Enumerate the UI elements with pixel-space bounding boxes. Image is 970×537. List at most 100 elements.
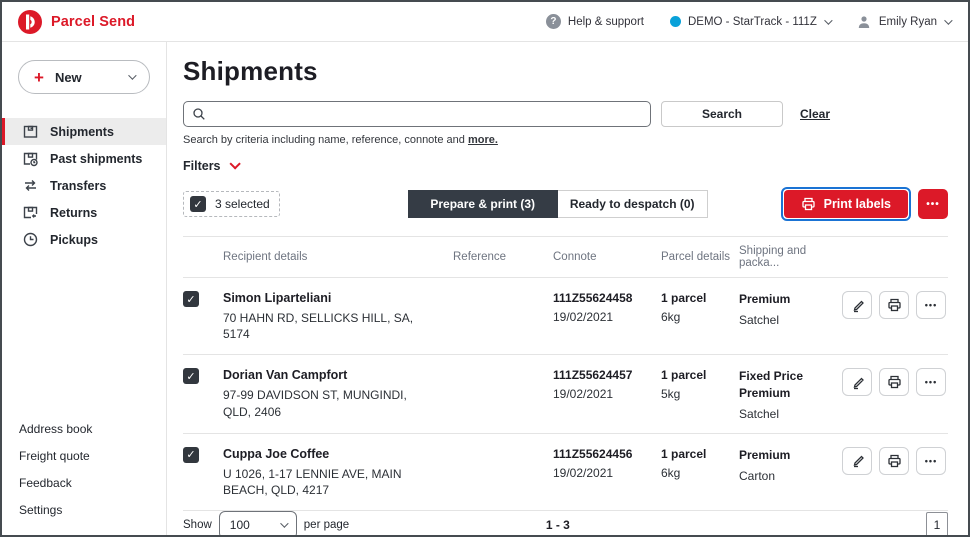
sidebar-item-past-shipments[interactable]: Past shipments: [2, 145, 166, 172]
new-button[interactable]: + New: [18, 60, 150, 94]
sidebar-item-pickups[interactable]: Pickups: [2, 226, 166, 253]
status-tabs: Prepare & print (3) Ready to despatch (0…: [407, 190, 708, 218]
tab-ready-to-despatch[interactable]: Ready to despatch (0): [557, 190, 708, 218]
edit-button[interactable]: [842, 446, 872, 475]
app-window: Parcel Send ? Help & support DEMO - Star…: [0, 0, 970, 537]
sidebar-footer: Address book Freight quote Feedback Sett…: [2, 415, 166, 535]
sidebar-item-transfers[interactable]: Transfers: [2, 172, 166, 199]
pencil-icon: [853, 377, 864, 390]
page-size-select[interactable]: 100: [218, 511, 297, 535]
parcel-count: 1 parcel: [661, 291, 707, 305]
user-label: Emily Ryan: [878, 15, 937, 28]
row-actions: •••: [832, 368, 948, 397]
print-button[interactable]: [879, 446, 909, 475]
connote-number: 111Z55624456: [553, 446, 633, 461]
parcel-weight: 5kg: [661, 387, 681, 402]
user-icon: [858, 15, 870, 28]
printer-icon: [801, 197, 815, 211]
search-icon: [193, 108, 205, 120]
shipping-cell: Fixed Price Premium Satchel: [739, 368, 832, 421]
chevron-down-icon: [944, 15, 953, 25]
account-label: DEMO - StarTrack - 111Z: [687, 15, 817, 28]
account-status-dot-icon: [669, 16, 681, 27]
recipient-name: Dorian Van Campfort: [223, 368, 348, 383]
top-bar-right: ? Help & support DEMO - StarTrack - 111Z…: [545, 14, 953, 30]
search-hint-text: Search by criteria including name, refer…: [183, 134, 468, 146]
search-hint-more-link[interactable]: more.: [468, 134, 498, 146]
table-row: ✓ Dorian Van Campfort 97-99 DAVIDSON ST,…: [183, 355, 948, 434]
connote-date: 19/02/2021: [553, 465, 614, 480]
recipient-address: 70 HAHN RD, SELLICKS HILL, SA, 5174: [223, 311, 414, 342]
select-all-checkbox[interactable]: ✓: [190, 196, 206, 212]
account-switcher[interactable]: DEMO - StarTrack - 111Z: [669, 15, 833, 28]
page-number-button[interactable]: 1: [926, 512, 948, 535]
print-labels-button[interactable]: Print labels: [783, 190, 908, 218]
printer-icon: [887, 298, 901, 312]
filters-toggle[interactable]: Filters: [183, 158, 948, 173]
show-label: Show: [183, 519, 212, 532]
column-header-recipient: Recipient details: [223, 251, 308, 263]
print-button[interactable]: [879, 291, 909, 319]
user-menu[interactable]: Emily Ryan: [856, 14, 953, 30]
row-checkbox[interactable]: ✓: [183, 446, 199, 463]
new-button-label: New: [54, 69, 82, 85]
sidebar-item-freight-quote[interactable]: Freight quote: [19, 442, 166, 469]
pencil-icon: [853, 456, 864, 468]
transfer-arrows-icon: [22, 177, 39, 194]
help-support-link[interactable]: ? Help & support: [545, 14, 644, 29]
sidebar: + New Shipments Past shipments Transfers…: [2, 42, 167, 535]
shipping-cell: Premium Carton: [739, 447, 832, 483]
parcel-weight: 6kg: [661, 465, 681, 480]
sidebar-item-settings[interactable]: Settings: [19, 496, 166, 523]
per-page-label: per page: [303, 519, 350, 532]
table-footer: Show 100 per page 1 - 3 1: [183, 511, 948, 535]
app-logo[interactable]: Parcel Send: [18, 9, 135, 34]
table-row: ✓ Cuppa Joe Coffee U 1026, 1-17 LENNIE A…: [183, 434, 948, 512]
top-bar: Parcel Send ? Help & support DEMO - Star…: [2, 2, 968, 42]
australia-post-logo-icon: [18, 9, 42, 34]
clear-link[interactable]: Clear: [800, 107, 830, 121]
service-type: Fixed Price Premium: [739, 369, 804, 401]
selection-chip: ✓ 3 selected: [183, 191, 280, 217]
search-input[interactable]: [212, 107, 642, 121]
sidebar-item-label: Past shipments: [50, 151, 143, 166]
parcel-count: 1 parcel: [661, 446, 707, 461]
search-hint: Search by criteria including name, refer…: [183, 134, 948, 146]
pencil-icon: [853, 300, 864, 312]
column-header-shipping: Shipping and packa...: [739, 245, 807, 269]
printer-icon: [887, 376, 901, 389]
sidebar-item-shipments[interactable]: Shipments: [2, 118, 166, 145]
search-button[interactable]: Search: [661, 101, 783, 127]
sidebar-item-address-book[interactable]: Address book: [19, 415, 166, 442]
more-actions-button[interactable]: •••: [918, 189, 948, 219]
return-parcel-icon: [22, 204, 39, 221]
page-title: Shipments: [183, 56, 318, 86]
packaging-type: Carton: [739, 468, 776, 483]
print-labels-focus-ring: Print labels: [780, 187, 911, 221]
service-type: Premium: [739, 292, 791, 306]
edit-button[interactable]: [842, 291, 872, 319]
chevron-down-icon: [228, 158, 241, 170]
row-more-button[interactable]: •••: [916, 446, 946, 475]
sidebar-item-label: Transfers: [50, 178, 107, 193]
row-checkbox[interactable]: ✓: [183, 368, 199, 385]
chevron-down-icon: [824, 15, 833, 25]
sidebar-item-returns[interactable]: Returns: [2, 199, 166, 226]
column-header-connote: Connote: [553, 251, 597, 263]
row-checkbox[interactable]: ✓: [183, 291, 199, 307]
print-labels-label: Print labels: [823, 197, 891, 211]
row-actions: •••: [832, 446, 948, 475]
printer-icon: [887, 454, 901, 468]
selected-count-label: 3 selected: [215, 197, 270, 211]
edit-button[interactable]: [842, 368, 872, 397]
packaging-type: Satchel: [739, 406, 780, 421]
parcel-cell: 1 parcel 5kg: [661, 368, 739, 401]
table-header-row: Recipient details Reference Connote Parc…: [183, 236, 948, 278]
table-row: ✓ Simon Liparteliani 70 HAHN RD, SELLICK…: [183, 278, 948, 356]
row-more-button[interactable]: •••: [916, 291, 946, 319]
row-more-button[interactable]: •••: [916, 368, 946, 397]
sidebar-item-feedback[interactable]: Feedback: [19, 469, 166, 496]
print-button[interactable]: [879, 368, 909, 397]
tab-prepare-and-print[interactable]: Prepare & print (3): [407, 190, 558, 218]
parcel-icon: [22, 123, 39, 140]
